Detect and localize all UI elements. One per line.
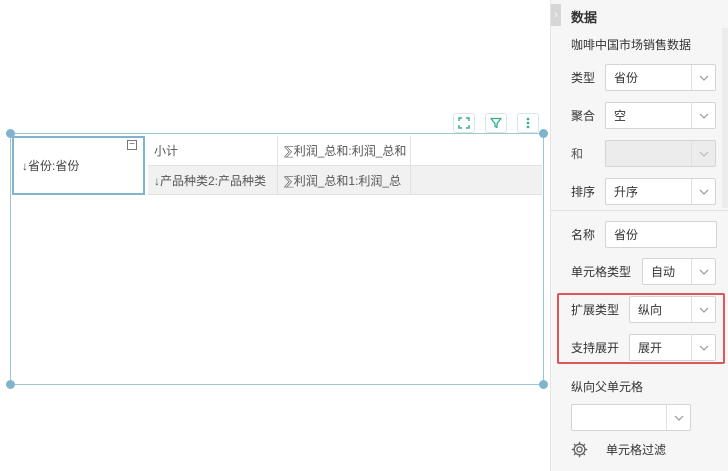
parent-cell-label: 纵向父单元格 (571, 380, 644, 394)
cell-profit-sum-header[interactable]: ⅀利润_总和:利润_总和 (278, 136, 411, 166)
resize-handle-bottom-left[interactable] (6, 380, 15, 389)
cell-type-select-value: 自动 (651, 265, 676, 279)
support-expand-row: 支持展开 展开 (571, 334, 716, 361)
filter-button[interactable] (485, 113, 507, 133)
aggregate-row: 聚合 空 (571, 102, 716, 129)
panel-collapse-button[interactable]: › (551, 4, 561, 26)
cell-empty[interactable] (411, 136, 542, 166)
name-row: 名称 省份 (571, 221, 717, 248)
name-input[interactable]: 省份 (605, 221, 717, 248)
sum-select (605, 140, 716, 167)
type-label: 类型 (571, 71, 596, 85)
cell-province-text: ↓省份:省份 (22, 159, 80, 173)
cell-filter-row[interactable]: 单元格过滤 (571, 441, 666, 458)
cell-empty[interactable] (411, 166, 542, 195)
cell-type-label: 单元格类型 (571, 265, 632, 279)
more-button[interactable] (517, 113, 539, 133)
aggregate-select[interactable]: 空 (605, 102, 716, 129)
widget-toolbar (453, 113, 539, 133)
sort-label: 排序 (571, 185, 596, 199)
chevron-right-icon: › (554, 9, 558, 21)
resize-handle-bottom-right[interactable] (539, 380, 548, 389)
dataset-name: 咖啡中国市场销售数据 (571, 38, 692, 52)
more-vertical-icon (526, 117, 530, 129)
support-expand-label: 支持展开 (571, 341, 620, 355)
parent-cell-select[interactable] (571, 404, 691, 431)
expand-type-row: 扩展类型 纵向 (571, 296, 716, 323)
sort-row: 排序 升序 (571, 178, 716, 205)
panel-scrollbar[interactable] (722, 28, 728, 208)
parent-cell-label-row: 纵向父单元格 (571, 378, 643, 395)
expand-icon (458, 117, 470, 129)
cell-subtotal-header[interactable]: 小计 (148, 136, 278, 166)
type-row: 类型 省份 (571, 64, 716, 91)
type-select-value: 省份 (614, 71, 639, 85)
cell-filter-label: 单元格过滤 (606, 443, 667, 457)
data-properties-panel: › 数据 咖啡中国市场销售数据 类型 省份 聚合 空 和 排序 升序 名称 省份… (550, 0, 728, 471)
sum-label: 和 (571, 147, 584, 161)
support-expand-select-value: 展开 (638, 341, 663, 355)
gear-icon[interactable] (571, 441, 588, 458)
aggregate-label: 聚合 (571, 109, 596, 123)
filter-icon (490, 117, 502, 129)
panel-divider (551, 210, 728, 211)
cell-province[interactable]: ↓省份:省份 − (12, 136, 145, 195)
table-widget[interactable]: ↓省份:省份 − 小计 ⅀利润_总和:利润_总和 ↓产品种类2:产品种类 ⅀利润… (6, 129, 548, 389)
name-label: 名称 (571, 228, 596, 242)
chevron-down-icon (666, 405, 690, 430)
chevron-down-icon (691, 141, 715, 166)
panel-title: 数据 (571, 10, 598, 25)
sum-row: 和 (571, 140, 716, 167)
expand-button[interactable] (453, 113, 475, 133)
cell-type-row: 单元格类型 自动 (571, 258, 716, 285)
expand-type-select[interactable]: 纵向 (629, 296, 716, 323)
expand-type-label: 扩展类型 (571, 303, 620, 317)
cell-profit-sum[interactable]: ⅀利润_总和1:利润_总 (278, 166, 411, 195)
aggregate-select-value: 空 (614, 109, 627, 123)
parent-cell-row (571, 404, 691, 431)
collapse-icon[interactable]: − (127, 140, 137, 150)
chevron-down-icon (691, 297, 715, 322)
chevron-down-icon (691, 259, 715, 284)
chevron-down-icon (691, 335, 715, 360)
support-expand-select[interactable]: 展开 (629, 334, 716, 361)
chevron-down-icon (691, 179, 715, 204)
cell-type-select[interactable]: 自动 (642, 258, 716, 285)
sort-select[interactable]: 升序 (605, 178, 716, 205)
report-canvas: ↓省份:省份 − 小计 ⅀利润_总和:利润_总和 ↓产品种类2:产品种类 ⅀利润… (0, 0, 550, 471)
expand-type-select-value: 纵向 (638, 303, 663, 317)
type-select[interactable]: 省份 (605, 64, 716, 91)
chevron-down-icon (691, 103, 715, 128)
chevron-down-icon (691, 65, 715, 90)
sort-select-value: 升序 (614, 185, 639, 199)
cell-product-type[interactable]: ↓产品种类2:产品种类 (148, 166, 278, 195)
